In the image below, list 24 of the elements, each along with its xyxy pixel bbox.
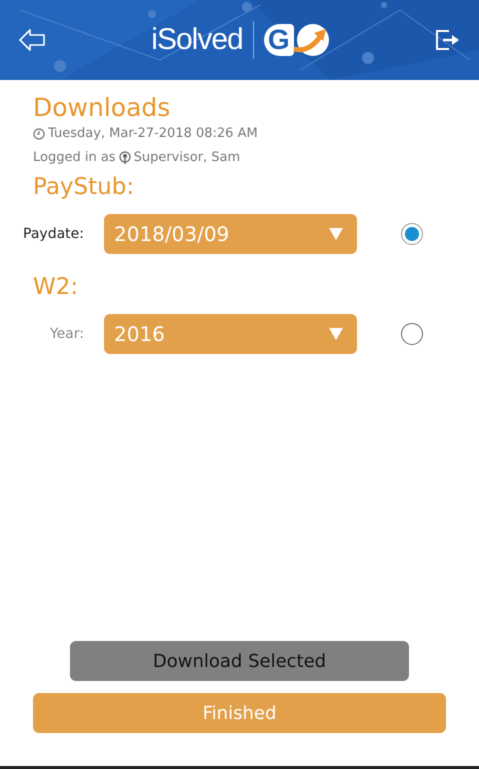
- logo-text: iSolved: [151, 23, 243, 57]
- radio-button[interactable]: [401, 323, 423, 345]
- logout-button[interactable]: [435, 29, 461, 51]
- radio-button[interactable]: [401, 223, 423, 245]
- section-heading: PayStub:: [33, 173, 136, 202]
- clock-icon: [33, 128, 45, 140]
- dropdown[interactable]: 2018/03/09: [104, 214, 357, 254]
- caret-icon: [329, 328, 343, 340]
- back-button[interactable]: [18, 28, 46, 52]
- logged-in-label: Logged in as: [33, 149, 116, 167]
- back-arrow-icon: [18, 28, 46, 52]
- dropdown[interactable]: 2016: [104, 314, 357, 354]
- arrow-circle-icon: [292, 23, 330, 57]
- user-name: Supervisor, Sam: [134, 149, 240, 167]
- field-label: Paydate:: [22, 226, 85, 242]
- user-pin-icon: [118, 151, 131, 165]
- section-heading: W2:: [33, 273, 80, 302]
- page-title: Downloads: [33, 94, 172, 122]
- field-label: Year:: [48, 326, 85, 342]
- timestamp-text: Tuesday, Mar-27-2018 08:26 AM: [48, 125, 258, 143]
- finished-button[interactable]: Finished: [33, 693, 446, 733]
- download-button[interactable]: Download Selected: [70, 641, 409, 681]
- logout-icon: [435, 29, 461, 51]
- caret-icon: [329, 228, 343, 240]
